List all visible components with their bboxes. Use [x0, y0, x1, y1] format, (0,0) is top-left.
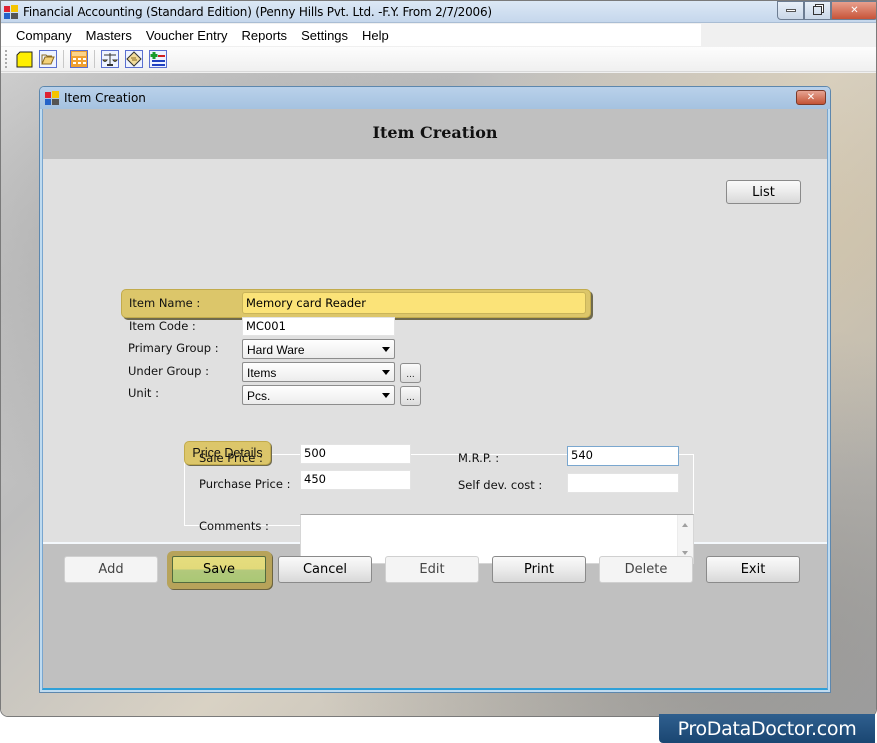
calculator-icon[interactable] — [69, 49, 89, 69]
item-code-label: Item Code : — [129, 319, 196, 333]
menu-voucher-entry[interactable]: Voucher Entry — [139, 28, 235, 43]
sale-price-label: Sale Price : — [199, 451, 263, 465]
minimize-icon — [785, 9, 796, 12]
menu-company[interactable]: Company — [9, 28, 79, 43]
print-button[interactable]: Print — [492, 556, 586, 583]
item-creation-dialog: Item Creation ✕ Item Creation List Item … — [39, 86, 831, 693]
list-button[interactable]: List — [726, 180, 801, 204]
open-company-icon[interactable] — [38, 49, 58, 69]
restore-button[interactable] — [804, 1, 831, 20]
dialog-title: Item Creation — [64, 91, 146, 105]
primary-group-select[interactable]: Hard Ware — [242, 339, 395, 359]
sale-price-input[interactable]: 500 — [300, 444, 411, 464]
toolbar-separator — [63, 50, 64, 68]
new-company-icon[interactable] — [14, 49, 34, 69]
close-window-button[interactable]: ✕ — [831, 1, 876, 20]
primary-group-label: Primary Group : — [128, 341, 219, 355]
purchase-price-label: Purchase Price : — [199, 477, 291, 491]
unit-more-button[interactable]: ... — [400, 386, 421, 406]
header-band: Item Creation — [43, 109, 827, 159]
toolbar-separator — [94, 50, 95, 68]
chevron-down-icon — [382, 393, 390, 398]
menu-bar: Company Masters Voucher Entry Reports Se… — [1, 24, 701, 46]
self-dev-cost-label: Self dev. cost : — [458, 478, 543, 492]
add-item-icon[interactable] — [148, 49, 168, 69]
app-logo-icon — [4, 5, 18, 19]
purchase-price-input[interactable]: 450 — [300, 470, 411, 490]
toolbar-grip[interactable] — [5, 50, 8, 68]
self-dev-cost-input[interactable] — [567, 473, 679, 493]
under-group-more-button[interactable]: ... — [400, 363, 421, 383]
balance-scale-icon[interactable] — [100, 49, 120, 69]
form-area: List Item Name : Memory card Reader Item… — [43, 159, 827, 564]
comments-label: Comments : — [199, 519, 269, 533]
mrp-input[interactable]: 540 — [567, 446, 679, 466]
brand-banner: ProDataDoctor.com — [659, 714, 875, 743]
page-title: Item Creation — [372, 123, 498, 142]
menu-settings[interactable]: Settings — [294, 28, 355, 43]
scroll-up-icon[interactable] — [682, 523, 688, 527]
primary-group-value: Hard Ware — [247, 343, 305, 357]
delete-button[interactable]: Delete — [599, 556, 693, 583]
chevron-down-icon — [382, 347, 390, 352]
chevron-down-icon — [382, 370, 390, 375]
under-group-value: Items — [247, 366, 277, 380]
scroll-down-icon[interactable] — [682, 551, 688, 555]
restore-icon — [813, 6, 822, 15]
item-name-label: Item Name : — [129, 296, 201, 310]
add-button[interactable]: Add — [64, 556, 158, 583]
toolbar — [1, 47, 876, 72]
item-name-input[interactable]: Memory card Reader — [242, 292, 586, 314]
unit-select[interactable]: Pcs. — [242, 385, 395, 405]
edit-button[interactable]: Edit — [385, 556, 479, 583]
ledger-icon[interactable] — [124, 49, 144, 69]
dialog-title-bar: Item Creation ✕ — [40, 87, 830, 109]
window-title: Financial Accounting (Standard Edition) … — [23, 5, 492, 19]
under-group-label: Under Group : — [128, 364, 210, 378]
save-button[interactable]: Save — [172, 556, 266, 583]
cancel-button[interactable]: Cancel — [278, 556, 372, 583]
menu-help[interactable]: Help — [355, 28, 396, 43]
menu-masters[interactable]: Masters — [79, 28, 139, 43]
title-bar: Financial Accounting (Standard Edition) … — [1, 1, 876, 23]
dialog-close-button[interactable]: ✕ — [796, 90, 826, 105]
under-group-select[interactable]: Items — [242, 362, 395, 382]
unit-label: Unit : — [128, 386, 159, 400]
exit-button[interactable]: Exit — [706, 556, 800, 583]
dialog-body: Item Creation List Item Name : Memory ca… — [42, 109, 828, 690]
menu-reports[interactable]: Reports — [235, 28, 295, 43]
close-icon: ✕ — [850, 5, 859, 16]
item-code-input[interactable]: MC001 — [242, 317, 395, 336]
dialog-app-icon — [45, 91, 59, 105]
minimize-button[interactable] — [777, 1, 804, 20]
close-icon: ✕ — [806, 92, 816, 103]
mrp-label: M.R.P. : — [458, 451, 500, 465]
unit-value: Pcs. — [247, 389, 271, 403]
